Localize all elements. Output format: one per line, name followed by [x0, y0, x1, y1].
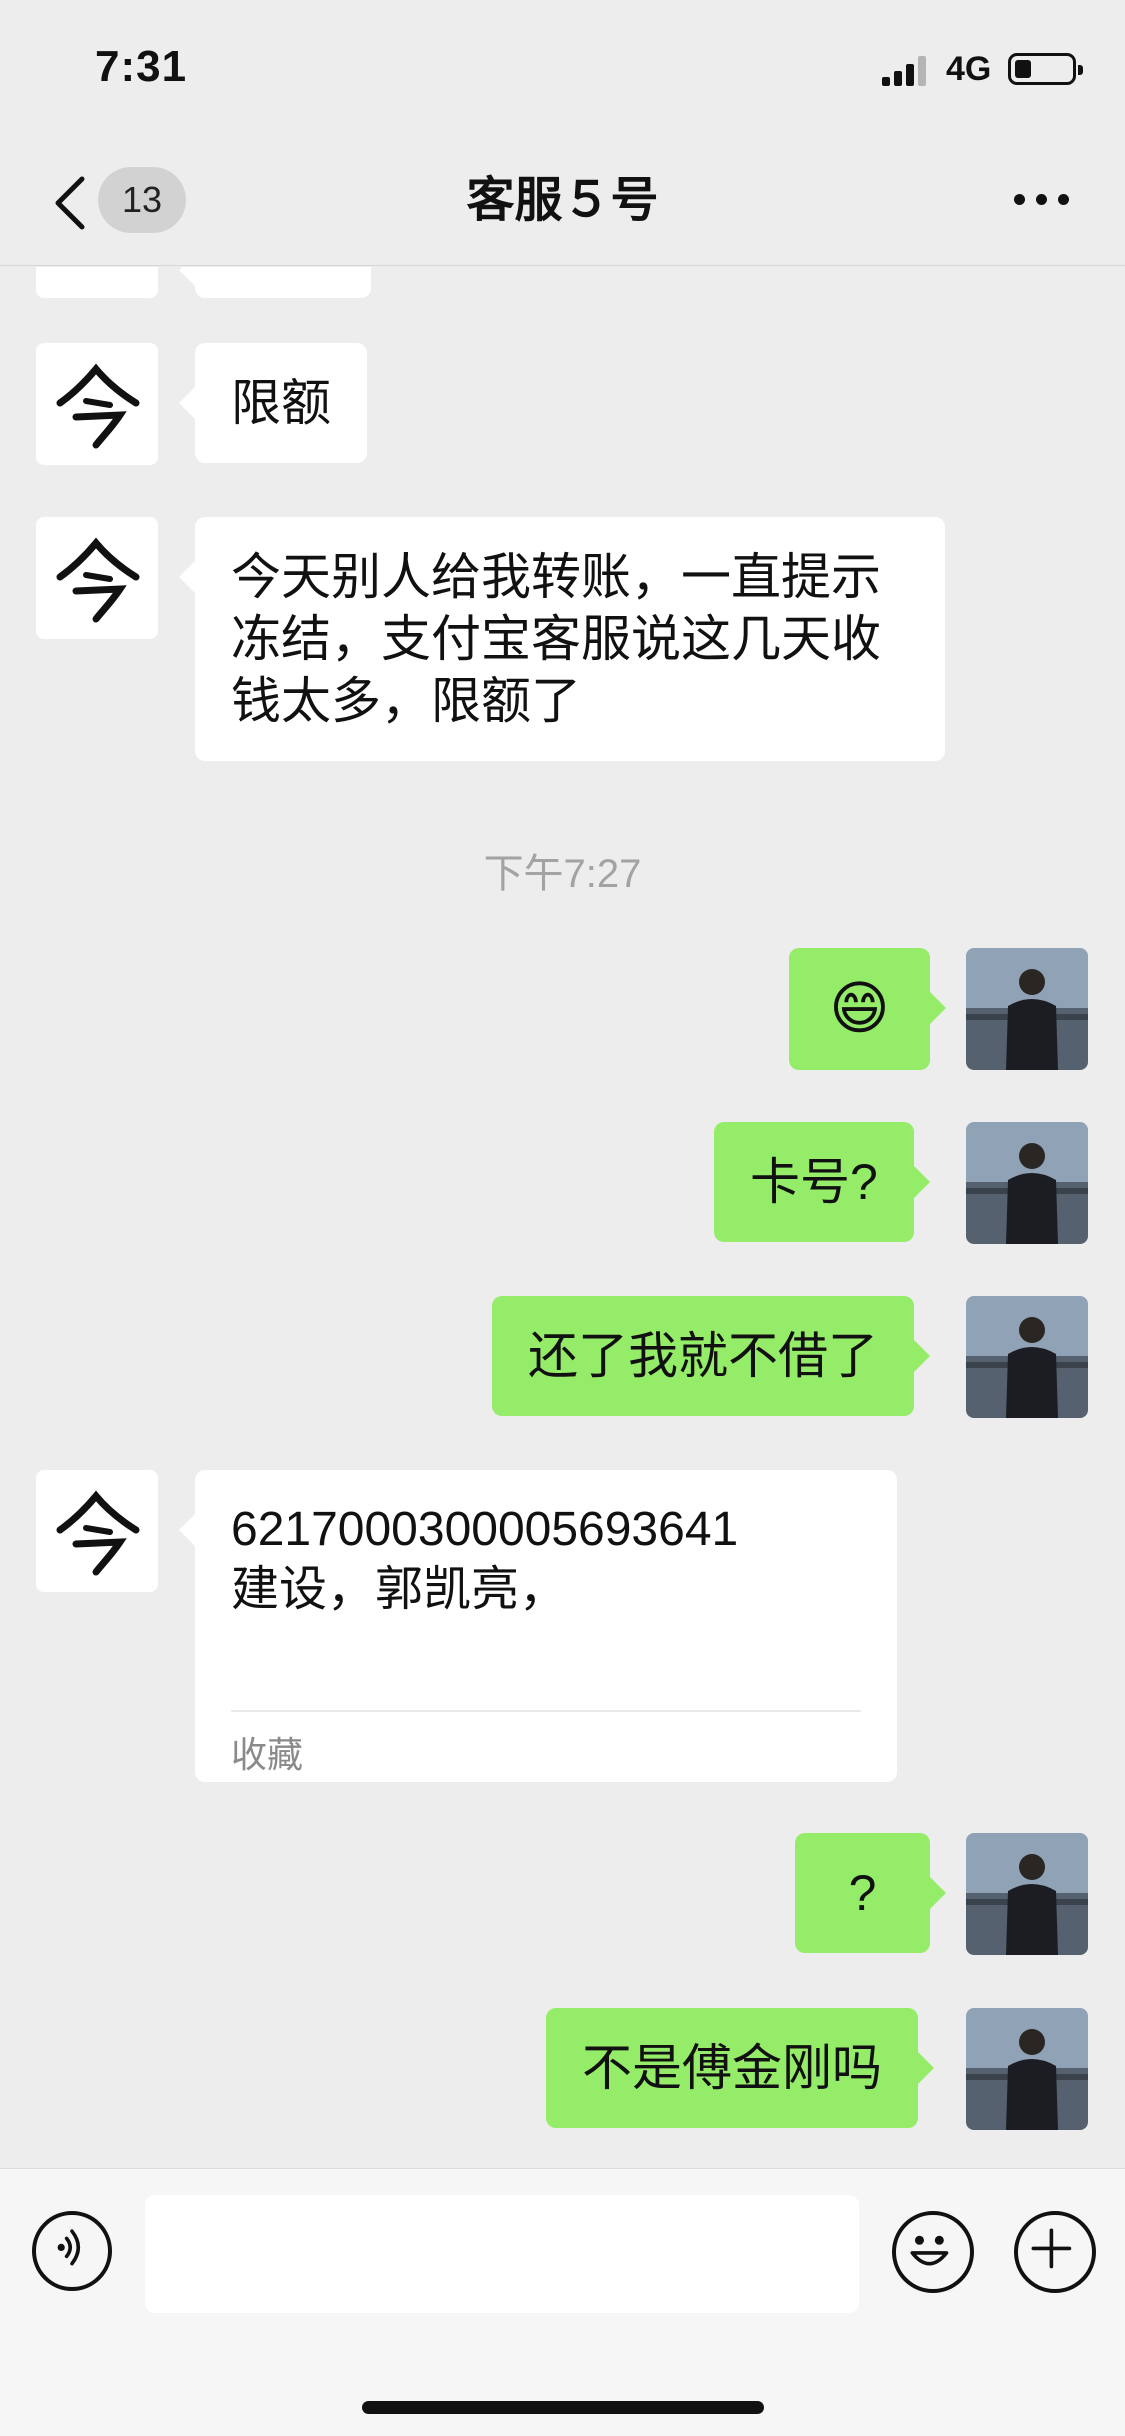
avatar-calligraphy-icon — [56, 1490, 140, 1576]
card-content: 6217000300005693641 建设，郭凯亮， — [231, 1503, 739, 1616]
voice-icon[interactable] — [32, 2211, 112, 2291]
card-divider — [231, 1710, 861, 1712]
status-bar: 7:31 4G — [0, 0, 1125, 140]
message-bubble-incoming[interactable]: 今天别人给我转账，一直提示冻结，支付宝客服说这几天收钱太多，限额了 — [179, 517, 945, 761]
contact-avatar[interactable] — [36, 1470, 158, 1592]
message-input[interactable] — [145, 2195, 859, 2313]
favorite-card-message[interactable]: 6217000300005693641 建设，郭凯亮， 收藏 — [179, 1470, 897, 1782]
input-bar — [0, 2168, 1125, 2436]
contact-avatar[interactable] — [36, 267, 158, 298]
my-avatar[interactable] — [966, 2008, 1088, 2130]
message-bubble-partial — [179, 267, 371, 298]
avatar-photo-icon — [966, 1122, 1088, 1244]
network-type: 4G — [946, 50, 992, 88]
avatar-photo-icon — [966, 948, 1088, 1070]
message-bubble-outgoing[interactable]: 还了我就不借了 — [492, 1296, 930, 1416]
signal-icon — [882, 56, 930, 86]
avatar-calligraphy-icon — [56, 363, 140, 449]
emoji-icon[interactable] — [892, 2211, 974, 2293]
my-avatar[interactable] — [966, 1122, 1088, 1244]
avatar-photo-icon — [966, 2008, 1088, 2130]
home-indicator — [362, 2401, 764, 2414]
contact-avatar[interactable] — [36, 343, 158, 465]
avatar-photo-icon — [966, 1833, 1088, 1955]
contact-avatar[interactable] — [36, 517, 158, 639]
status-time: 7:31 — [95, 42, 188, 91]
my-avatar[interactable] — [966, 1833, 1088, 1955]
message-bubble-incoming[interactable]: 限额 — [179, 343, 367, 463]
message-list[interactable]: 限额 今天别人给我转账，一直提示冻结，支付宝客服说这几天收钱太多，限额了 下午7… — [0, 267, 1125, 2167]
card-source-label: 收藏 — [231, 1734, 304, 1775]
battery-icon — [1008, 53, 1083, 85]
my-avatar[interactable] — [966, 1296, 1088, 1418]
avatar-photo-icon — [966, 1296, 1088, 1418]
message-bubble-outgoing[interactable]: 不是傅金刚吗 — [546, 2008, 934, 2128]
chat-title: 客服５号 — [466, 174, 659, 227]
nav-bar: 13 客服５号 — [0, 140, 1125, 266]
message-timestamp: 下午7:27 — [483, 852, 642, 896]
plus-icon[interactable] — [1014, 2211, 1096, 2293]
message-bubble-outgoing[interactable]: ? — [795, 1833, 946, 1953]
more-dots-icon[interactable] — [1014, 194, 1070, 210]
message-bubble-outgoing[interactable]: 😄 — [789, 948, 946, 1070]
message-bubble-outgoing[interactable]: 卡号? — [714, 1122, 930, 1242]
avatar-calligraphy-icon — [56, 537, 140, 623]
my-avatar[interactable] — [966, 948, 1088, 1070]
